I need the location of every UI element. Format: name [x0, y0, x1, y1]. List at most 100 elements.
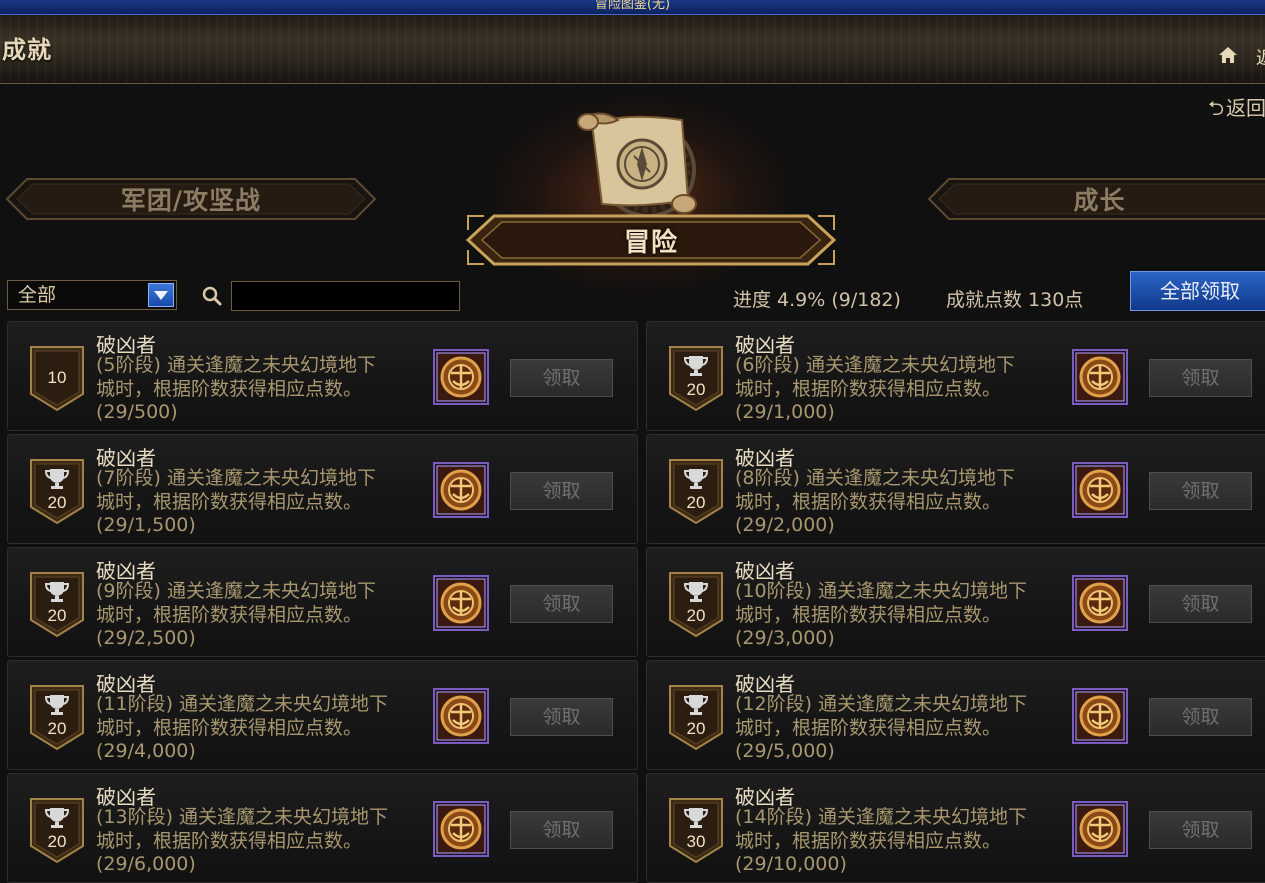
achievement-description: (9阶段) 通关逢魔之未央幻境地下 城时，根据阶数获得相应点数。 (29/2,500…: [96, 580, 426, 651]
medallion-icon[interactable]: [1072, 575, 1128, 631]
tab-adventure[interactable]: 冒险: [464, 210, 838, 270]
close-hint-label[interactable]: 返: [1256, 44, 1265, 70]
medallion-icon[interactable]: [1072, 688, 1128, 744]
achievement-progress: (29/1,500): [96, 514, 196, 536]
badge-points: 10: [47, 368, 67, 387]
badge-points: 20: [47, 832, 67, 851]
description-line: (13阶段) 通关逢魔之未央幻境地下: [96, 806, 389, 828]
claim-all-button[interactable]: 全部领取: [1130, 271, 1265, 311]
claim-button[interactable]: 领取: [1149, 698, 1252, 736]
points-badge: 30: [667, 796, 725, 864]
description-line: 城时，根据阶数获得相应点数。: [96, 603, 363, 626]
description-line: (11阶段) 通关逢魔之未央幻境地下: [96, 693, 389, 715]
badge-points: 20: [686, 380, 706, 399]
achievement-progress: (29/2,000): [735, 514, 835, 536]
achievement-description: (11阶段) 通关逢魔之未央幻境地下 城时，根据阶数获得相应点数。 (29/4,00…: [96, 693, 426, 764]
claim-button[interactable]: 领取: [1149, 472, 1252, 510]
trophy-icon: [684, 469, 708, 489]
medallion-icon[interactable]: [433, 688, 489, 744]
achievement-description: (6阶段) 通关逢魔之未央幻境地下 城时，根据阶数获得相应点数。 (29/1,000…: [735, 354, 1065, 425]
achievement-description: (13阶段) 通关逢魔之未央幻境地下 城时，根据阶数获得相应点数。 (29/6,00…: [96, 806, 426, 877]
description-line: 城时，根据阶数获得相应点数。: [96, 716, 363, 739]
achievement-card: 20 破凶者 (12阶段) 通关逢魔之未央幻境地下 城时，根据阶数获得相应点数。 (29…: [646, 660, 1265, 770]
achievement-card: 20 破凶者 (13阶段) 通关逢魔之未央幻境地下 城时，根据阶数获得相应点数。 (29…: [7, 773, 638, 883]
trophy-icon: [684, 695, 708, 715]
tab-label: 成长: [1073, 186, 1126, 215]
medallion-icon[interactable]: [1072, 801, 1128, 857]
achievement-progress: (29/6,000): [96, 853, 196, 875]
home-icon[interactable]: [1217, 44, 1239, 66]
description-line: 城时，根据阶数获得相应点数。: [735, 490, 1002, 513]
achievement-description: (10阶段) 通关逢魔之未央幻境地下 城时，根据阶数获得相应点数。 (29/3,00…: [735, 580, 1065, 651]
medallion-icon[interactable]: [1072, 349, 1128, 405]
achievement-progress: (29/1,000): [735, 401, 835, 423]
medallion-icon[interactable]: [433, 801, 489, 857]
header-pattern: [0, 15, 1265, 83]
page-title: 成就: [2, 36, 52, 64]
achievement-progress: (29/4,000): [96, 740, 196, 762]
points-badge: 20: [28, 457, 86, 525]
badge-points: 20: [686, 493, 706, 512]
progress-text: 进度 4.9% (9/182): [733, 289, 901, 311]
description-line: (6阶段) 通关逢魔之未央幻境地下: [735, 354, 1015, 376]
claim-button[interactable]: 领取: [1149, 585, 1252, 623]
search-icon: [201, 285, 223, 307]
description-line: 城时，根据阶数获得相应点数。: [735, 377, 1002, 400]
description-line: 城时，根据阶数获得相应点数。: [735, 829, 1002, 852]
claim-button[interactable]: 领取: [510, 585, 613, 623]
claim-button[interactable]: 领取: [510, 698, 613, 736]
description-line: (9阶段) 通关逢魔之未央幻境地下: [96, 580, 376, 602]
trophy-icon: [45, 469, 69, 489]
achievement-progress: (29/3,000): [735, 627, 835, 649]
points-badge: 20: [28, 570, 86, 638]
claim-button[interactable]: 领取: [1149, 359, 1252, 397]
tab-legion-raid[interactable]: 军团/攻坚战: [5, 177, 377, 221]
category-filter-select[interactable]: 全部: [7, 280, 177, 310]
achievement-card: 20 破凶者 (7阶段) 通关逢魔之未央幻境地下 城时，根据阶数获得相应点数。 (29/…: [7, 434, 638, 544]
points-badge: 20: [28, 683, 86, 751]
badge-points: 20: [47, 606, 67, 625]
trophy-icon: [45, 695, 69, 715]
medallion-icon[interactable]: [433, 349, 489, 405]
description-line: (10阶段) 通关逢魔之未央幻境地下: [735, 580, 1028, 602]
search-input[interactable]: [231, 281, 460, 311]
description-line: 城时，根据阶数获得相应点数。: [735, 603, 1002, 626]
description-line: (12阶段) 通关逢魔之未央幻境地下: [735, 693, 1028, 715]
points-badge: 20: [667, 344, 725, 412]
medallion-icon[interactable]: [433, 575, 489, 631]
achievement-progress: (29/5,000): [735, 740, 835, 762]
claim-button[interactable]: 领取: [510, 359, 613, 397]
description-line: 城时，根据阶数获得相应点数。: [96, 829, 363, 852]
return-arrow-icon: ⮌: [1208, 96, 1225, 120]
back-button[interactable]: ⮌ 返回: [1208, 92, 1265, 128]
description-line: 城时，根据阶数获得相应点数。: [735, 716, 1002, 739]
achievement-card: 10 破凶者 (5阶段) 通关逢魔之未央幻境地下 城时，根据阶数获得相应点数。 (29/…: [7, 321, 638, 431]
badge-points: 30: [686, 832, 706, 851]
achievement-card: 20 破凶者 (11阶段) 通关逢魔之未央幻境地下 城时，根据阶数获得相应点数。 (29…: [7, 660, 638, 770]
points-badge: 20: [667, 683, 725, 751]
trophy-icon: [684, 808, 708, 828]
achievement-description: (8阶段) 通关逢魔之未央幻境地下 城时，根据阶数获得相应点数。 (29/2,000…: [735, 467, 1065, 538]
medallion-icon[interactable]: [433, 462, 489, 518]
trophy-icon: [45, 808, 69, 828]
description-line: (14阶段) 通关逢魔之未央幻境地下: [735, 806, 1028, 828]
trophy-icon: [684, 582, 708, 602]
description-line: (8阶段) 通关逢魔之未央幻境地下: [735, 467, 1015, 489]
achievement-card: 30 破凶者 (14阶段) 通关逢魔之未央幻境地下 城时，根据阶数获得相应点数。 (29…: [646, 773, 1265, 883]
trophy-icon: [45, 582, 69, 602]
medallion-icon[interactable]: [1072, 462, 1128, 518]
description-line: 城时，根据阶数获得相应点数。: [96, 490, 363, 513]
achievement-progress: (29/10,000): [735, 853, 847, 875]
claim-button[interactable]: 领取: [510, 811, 613, 849]
claim-button[interactable]: 领取: [510, 472, 613, 510]
achievement-description: (7阶段) 通关逢魔之未央幻境地下 城时，根据阶数获得相应点数。 (29/1,500…: [96, 467, 426, 538]
badge-points: 20: [686, 606, 706, 625]
description-line: (7阶段) 通关逢魔之未央幻境地下: [96, 467, 376, 489]
chevron-down-icon[interactable]: [148, 283, 174, 307]
claim-button[interactable]: 领取: [1149, 811, 1252, 849]
tab-growth[interactable]: 成长: [927, 177, 1265, 221]
description-line: 城时，根据阶数获得相应点数。: [96, 377, 363, 400]
points-badge: 20: [667, 570, 725, 638]
trophy-icon: [684, 356, 708, 376]
points-badge: 20: [667, 457, 725, 525]
